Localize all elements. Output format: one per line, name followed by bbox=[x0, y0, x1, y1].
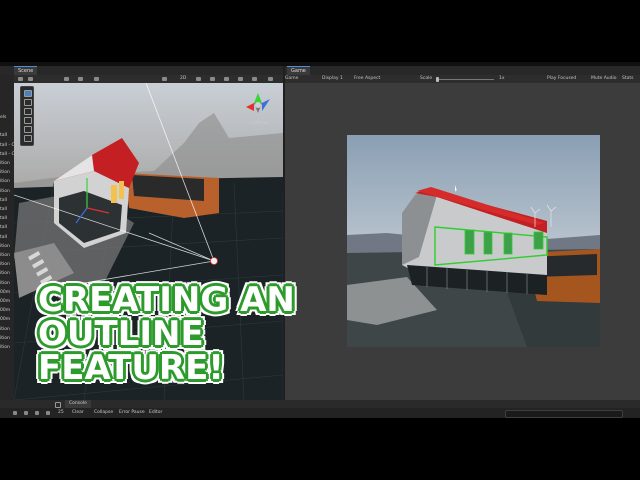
hierarchy-item[interactable]: tall bbox=[0, 225, 7, 230]
camera-icon[interactable] bbox=[252, 77, 257, 81]
camera-gizmo-icon[interactable] bbox=[210, 257, 218, 265]
hierarchy-item[interactable]: ition bbox=[0, 189, 10, 194]
effects-icon[interactable] bbox=[224, 77, 229, 81]
editor-dropdown[interactable]: Editor bbox=[149, 408, 162, 418]
scale-value: 1x bbox=[499, 76, 505, 81]
transform-icon[interactable] bbox=[18, 77, 23, 81]
scene-window-highlight-2 bbox=[119, 181, 124, 199]
game-viewport bbox=[347, 135, 600, 347]
rotate-tool-icon[interactable] bbox=[24, 108, 32, 115]
gizmos-icon[interactable] bbox=[268, 77, 273, 81]
persp-label[interactable]: < Persp bbox=[250, 121, 268, 126]
scene-tab-label: Scene bbox=[18, 68, 34, 74]
scene-toolbar: 2D bbox=[14, 75, 283, 83]
play-focused-dropdown[interactable]: Play Focused bbox=[547, 75, 576, 83]
hidden-objects-icon[interactable] bbox=[238, 77, 243, 81]
console-search-input[interactable] bbox=[505, 410, 623, 418]
info-filter-icon[interactable] bbox=[35, 411, 39, 415]
error-pause-button[interactable]: Error Pause bbox=[119, 408, 145, 418]
overlay-line-3: FEATURE! bbox=[38, 348, 224, 388]
game-tab-label: Game bbox=[291, 68, 306, 74]
stats-toggle[interactable]: Stats bbox=[622, 75, 634, 83]
scale-slider-thumb[interactable] bbox=[436, 76, 439, 82]
hierarchy-item[interactable]: ition bbox=[0, 161, 10, 166]
hierarchy-item[interactable]: tall bbox=[0, 235, 7, 240]
hierarchy-item[interactable]: tall bbox=[0, 133, 7, 138]
hand-tool-icon[interactable] bbox=[24, 90, 32, 97]
grid-icon[interactable] bbox=[64, 77, 69, 81]
hierarchy-panel: els tall tall - Cu tall - Cu ition ition ition… bbox=[0, 75, 14, 400]
transform-tool-icon[interactable] bbox=[24, 135, 32, 142]
tab-console[interactable]: Console bbox=[65, 400, 91, 408]
hierarchy-item[interactable]: ition bbox=[0, 253, 10, 258]
hierarchy-item[interactable]: tall bbox=[0, 207, 7, 212]
scene-window-highlight bbox=[111, 185, 117, 203]
scene-tabbar: Scene bbox=[0, 66, 283, 76]
console-tabbar: Console bbox=[0, 400, 640, 408]
scale-slider[interactable] bbox=[436, 78, 494, 80]
game-toolbar: Game Display 1 Free Aspect Scale 1x Play… bbox=[285, 75, 640, 83]
hierarchy-item[interactable]: ition bbox=[0, 262, 10, 267]
mute-audio-toggle[interactable]: Mute Audio bbox=[591, 75, 617, 83]
display-dropdown[interactable]: Display 1 bbox=[322, 75, 343, 83]
game-view[interactable] bbox=[347, 135, 600, 347]
hierarchy-item[interactable]: ition bbox=[0, 345, 10, 350]
overlay-line-1: CREATING AN bbox=[38, 280, 295, 320]
audio-icon[interactable] bbox=[210, 77, 215, 81]
shading-icon[interactable] bbox=[94, 77, 99, 81]
hierarchy-item[interactable]: tall bbox=[0, 198, 7, 203]
console-tab-label: Console bbox=[69, 401, 87, 406]
hierarchy-item[interactable]: tall - Cu bbox=[0, 143, 14, 148]
aspect-dropdown[interactable]: Free Aspect bbox=[354, 75, 380, 83]
scale-tool-icon[interactable] bbox=[24, 117, 32, 124]
hierarchy-item[interactable]: tall - Cu bbox=[0, 152, 14, 157]
overlay-title: CREATING AN OUTLINE FEATURE! bbox=[38, 283, 295, 385]
draw-mode-icon[interactable] bbox=[162, 77, 167, 81]
warning-filter-icon[interactable] bbox=[24, 411, 28, 415]
scale-label: Scale bbox=[420, 76, 433, 81]
move-tool-icon[interactable] bbox=[24, 99, 32, 106]
hierarchy-item[interactable]: ition bbox=[0, 244, 10, 249]
scene-tool-palette bbox=[20, 86, 34, 146]
log-filter-icon[interactable] bbox=[46, 411, 50, 415]
hierarchy-item[interactable]: 00m bbox=[0, 290, 10, 295]
view-2d-toggle[interactable]: 2D bbox=[180, 75, 186, 83]
hierarchy-item[interactable]: ition bbox=[0, 336, 10, 341]
hierarchy-item[interactable]: tall bbox=[0, 216, 7, 221]
hierarchy-item[interactable]: 00m bbox=[0, 317, 10, 322]
log-count: 25 bbox=[58, 410, 64, 415]
collapse-button[interactable]: Collapse bbox=[94, 408, 113, 418]
hierarchy-item[interactable]: 00m bbox=[0, 299, 10, 304]
letterbox-top bbox=[0, 0, 640, 62]
hierarchy-item[interactable]: 00m bbox=[0, 308, 10, 313]
rect-tool-icon[interactable] bbox=[24, 126, 32, 133]
game-view-panel bbox=[285, 83, 640, 400]
hierarchy-item[interactable]: ition bbox=[0, 179, 10, 184]
error-filter-icon[interactable] bbox=[13, 411, 17, 415]
game-mode-dropdown[interactable]: Game bbox=[285, 75, 298, 83]
hierarchy-item[interactable]: ition bbox=[0, 170, 10, 175]
hierarchy-item[interactable]: ition bbox=[0, 327, 10, 332]
hierarchy-item[interactable]: ition bbox=[0, 271, 10, 276]
lighting-icon[interactable] bbox=[196, 77, 201, 81]
game-tabbar: Game bbox=[285, 66, 640, 76]
hierarchy-item[interactable]: ition bbox=[0, 281, 10, 286]
snap-icon[interactable] bbox=[78, 77, 83, 81]
console-toolbar: 25 Clear Collapse Error Pause Editor bbox=[0, 408, 640, 418]
hierarchy-item[interactable]: els bbox=[0, 115, 6, 120]
letterbox-bottom bbox=[0, 418, 640, 480]
clear-button[interactable]: Clear bbox=[72, 408, 84, 418]
pivot-icon[interactable] bbox=[28, 77, 33, 81]
overlay-line-2: OUTLINE bbox=[38, 314, 204, 354]
